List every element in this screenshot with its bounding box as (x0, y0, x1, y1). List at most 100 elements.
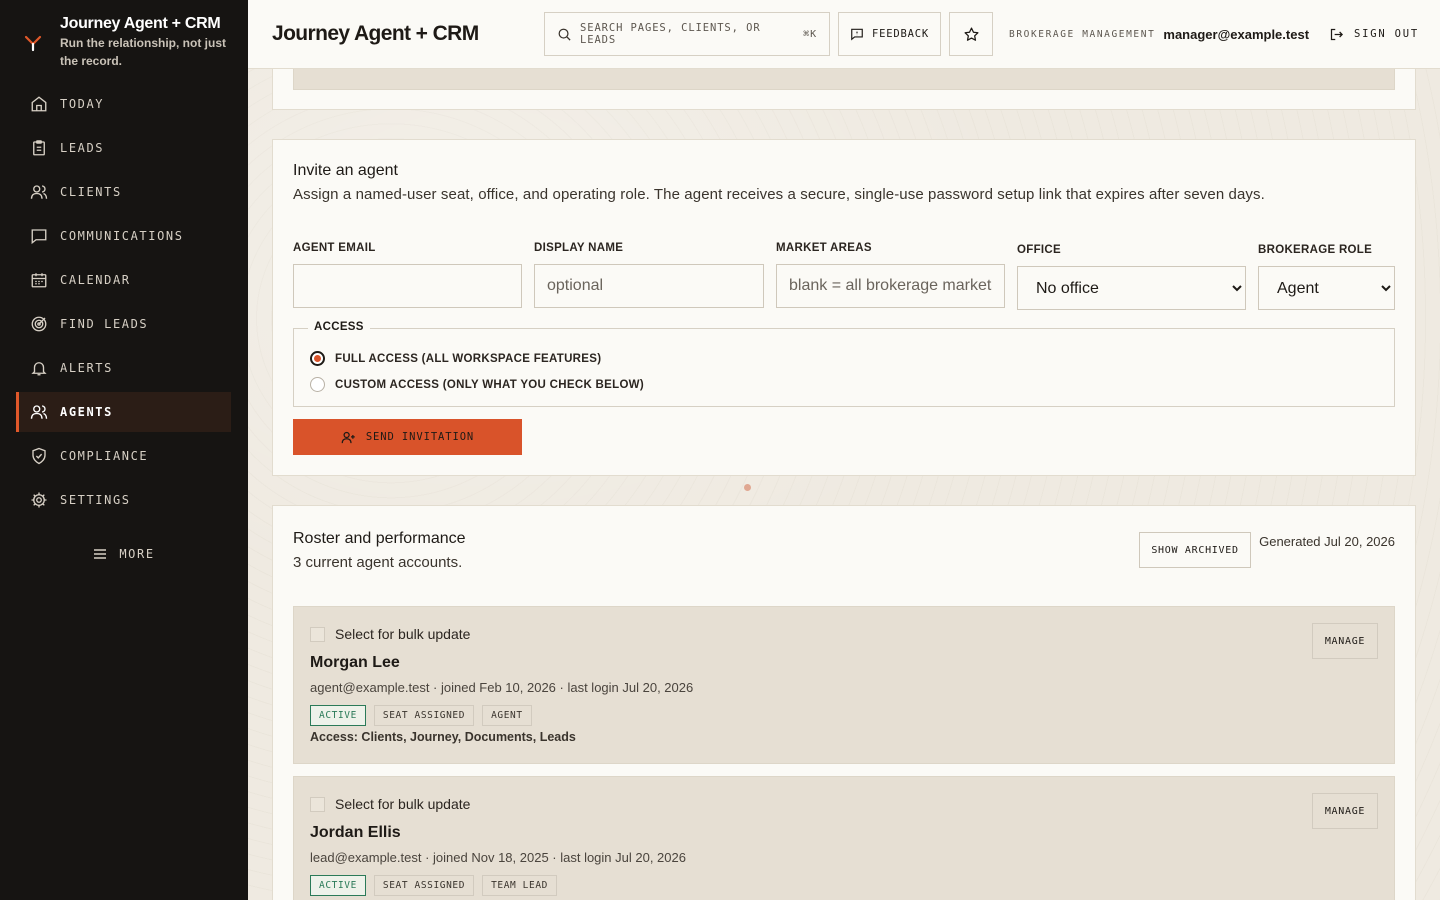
sign-out-button[interactable]: SIGN OUT (1329, 27, 1419, 42)
agent-email-label: AGENT EMAIL (293, 242, 376, 254)
sidebar-item-find-leads[interactable]: FIND LEADS (16, 304, 231, 344)
sidebar-item-label: AGENTS (60, 405, 113, 419)
display-name-label: DISPLAY NAME (534, 242, 624, 254)
custom-access-option[interactable]: CUSTOM ACCESS (ONLY WHAT YOU CHECK BELOW… (310, 377, 644, 392)
search-shortcut: ⌘K (803, 28, 817, 40)
brokerage-role-label: BROKERAGE ROLE (1258, 244, 1373, 256)
bulk-select[interactable]: Select for bulk update (310, 626, 470, 642)
previous-card (272, 69, 1416, 110)
custom-access-label: CUSTOM ACCESS (ONLY WHAT YOU CHECK BELOW… (335, 378, 644, 391)
sidebar-item-label: TODAY (60, 97, 105, 111)
sign-out-label: SIGN OUT (1354, 28, 1420, 40)
market-areas-label: MARKET AREAS (776, 242, 872, 254)
brand[interactable]: Journey Agent + CRM Run the relationship… (0, 0, 248, 80)
sidebar-item-label: COMPLIANCE (60, 449, 149, 463)
access-fieldset: ACCESS FULL ACCESS (ALL WORKSPACE FEATUR… (293, 321, 1395, 407)
sidebar-item-compliance[interactable]: COMPLIANCE (16, 436, 231, 476)
more-button[interactable]: MORE (0, 534, 248, 574)
shield-check-icon (32, 447, 46, 465)
target-icon (31, 316, 47, 332)
sidebar-item-label: LEADS (60, 141, 105, 155)
feedback-button[interactable]: FEEDBACK (838, 12, 941, 56)
sidebar-item-communications[interactable]: COMMUNICATIONS (16, 216, 231, 256)
full-access-radio[interactable] (310, 351, 325, 366)
sign-out-icon (1330, 28, 1344, 40)
full-access-label: FULL ACCESS (ALL WORKSPACE FEATURES) (335, 352, 602, 365)
agent-name: Morgan Lee (310, 654, 400, 671)
bulk-select-checkbox[interactable] (310, 796, 325, 812)
seat-badge: SEAT ASSIGNED (373, 705, 475, 726)
send-invitation-label: SEND INVITATION (365, 431, 475, 443)
logo-icon (24, 35, 42, 52)
sidebar-nav: TODAY LEADS CLIENTS COMMUNICATIONS CALEN… (0, 84, 248, 520)
agent-badges: ACTIVE SEAT ASSIGNED TEAM LEAD (310, 875, 565, 896)
sidebar-item-settings[interactable]: SETTINGS (16, 480, 231, 520)
message-icon (31, 229, 47, 245)
status-badge: ACTIVE (310, 875, 366, 896)
agent-name: Jordan Ellis (310, 824, 401, 841)
topbar: Journey Agent + CRM SEARCH PAGES, CLIENT… (248, 0, 1440, 69)
more-label: MORE (119, 547, 155, 561)
agent-card: Select for bulk update Jordan Ellis lead… (293, 776, 1395, 900)
role-badge: TEAM LEAD (482, 875, 557, 896)
full-access-option[interactable]: FULL ACCESS (ALL WORKSPACE FEATURES) (310, 351, 601, 366)
sidebar-item-label: CLIENTS (60, 185, 122, 199)
agent-email-field[interactable] (293, 264, 522, 308)
users-icon (30, 185, 48, 199)
sidebar-item-alerts[interactable]: ALERTS (16, 348, 231, 388)
manage-button[interactable]: MANAGE (1312, 793, 1378, 829)
search-placeholder: SEARCH PAGES, CLIENTS, OR LEADS (580, 22, 761, 46)
brand-title: Journey Agent + CRM (60, 15, 221, 32)
bulk-select-checkbox[interactable] (310, 626, 325, 642)
user-email: manager@example.test (1163, 26, 1310, 42)
custom-access-radio[interactable] (310, 377, 325, 392)
send-invitation-button[interactable]: SEND INVITATION (293, 419, 522, 455)
roster-subtitle: 3 current agent accounts. (293, 554, 463, 571)
main-content: Invite an agent Assign a named-user seat… (248, 69, 1440, 900)
decorative-dot (744, 484, 751, 491)
sidebar-item-leads[interactable]: LEADS (16, 128, 231, 168)
role-badge: AGENT (482, 705, 532, 726)
access-legend: ACCESS (308, 321, 370, 333)
app-title: Journey Agent + CRM (272, 22, 479, 45)
previous-card-inner (293, 69, 1395, 90)
display-name-field[interactable] (534, 264, 764, 308)
seat-badge: SEAT ASSIGNED (373, 875, 475, 896)
agent-access: Access: Clients, Journey, Documents, Lea… (310, 730, 576, 744)
brand-tagline: Run the relationship, not just the recor… (60, 36, 226, 68)
calendar-icon (31, 273, 47, 288)
sidebar-item-label: CALENDAR (60, 273, 131, 287)
office-select[interactable]: No office (1017, 266, 1246, 310)
brokerage-role-select[interactable]: Agent (1258, 266, 1395, 310)
show-archived-button[interactable]: SHOW ARCHIVED (1139, 532, 1251, 568)
manage-button[interactable]: MANAGE (1312, 623, 1378, 659)
favorite-button[interactable] (949, 12, 993, 56)
agent-card: Select for bulk update Morgan Lee agent@… (293, 606, 1395, 764)
users-icon (30, 405, 48, 419)
bulk-select-label: Select for bulk update (335, 796, 471, 812)
sidebar-item-label: ALERTS (60, 361, 113, 375)
sidebar-item-today[interactable]: TODAY (16, 84, 231, 124)
bulk-select[interactable]: Select for bulk update (310, 796, 470, 812)
sidebar-item-label: COMMUNICATIONS (60, 229, 184, 243)
invite-card: Invite an agent Assign a named-user seat… (272, 139, 1416, 476)
sidebar-item-clients[interactable]: CLIENTS (16, 172, 231, 212)
sidebar-item-agents[interactable]: AGENTS (16, 392, 231, 432)
generated-timestamp: Generated Jul 20, 2026 (1259, 534, 1395, 549)
search-icon (558, 28, 571, 41)
market-areas-field[interactable] (776, 264, 1005, 308)
sidebar-item-calendar[interactable]: CALENDAR (16, 260, 231, 300)
bell-icon (31, 362, 47, 376)
office-label: OFFICE (1017, 244, 1061, 256)
feedback-label: FEEDBACK (872, 28, 929, 40)
org-label: BROKERAGE MANAGEMENT (1009, 28, 1156, 40)
invite-title: Invite an agent (293, 162, 398, 179)
agent-badges: ACTIVE SEAT ASSIGNED AGENT (310, 705, 540, 726)
clipboard-icon (33, 140, 45, 156)
roster-card: Roster and performance 3 current agent a… (272, 505, 1416, 900)
invite-description: Assign a named-user seat, office, and op… (293, 186, 1265, 203)
sidebar: Journey Agent + CRM Run the relationship… (0, 0, 248, 900)
star-icon (963, 26, 979, 41)
search-input[interactable]: SEARCH PAGES, CLIENTS, OR LEADS ⌘K (544, 12, 830, 56)
menu-icon (94, 549, 107, 559)
